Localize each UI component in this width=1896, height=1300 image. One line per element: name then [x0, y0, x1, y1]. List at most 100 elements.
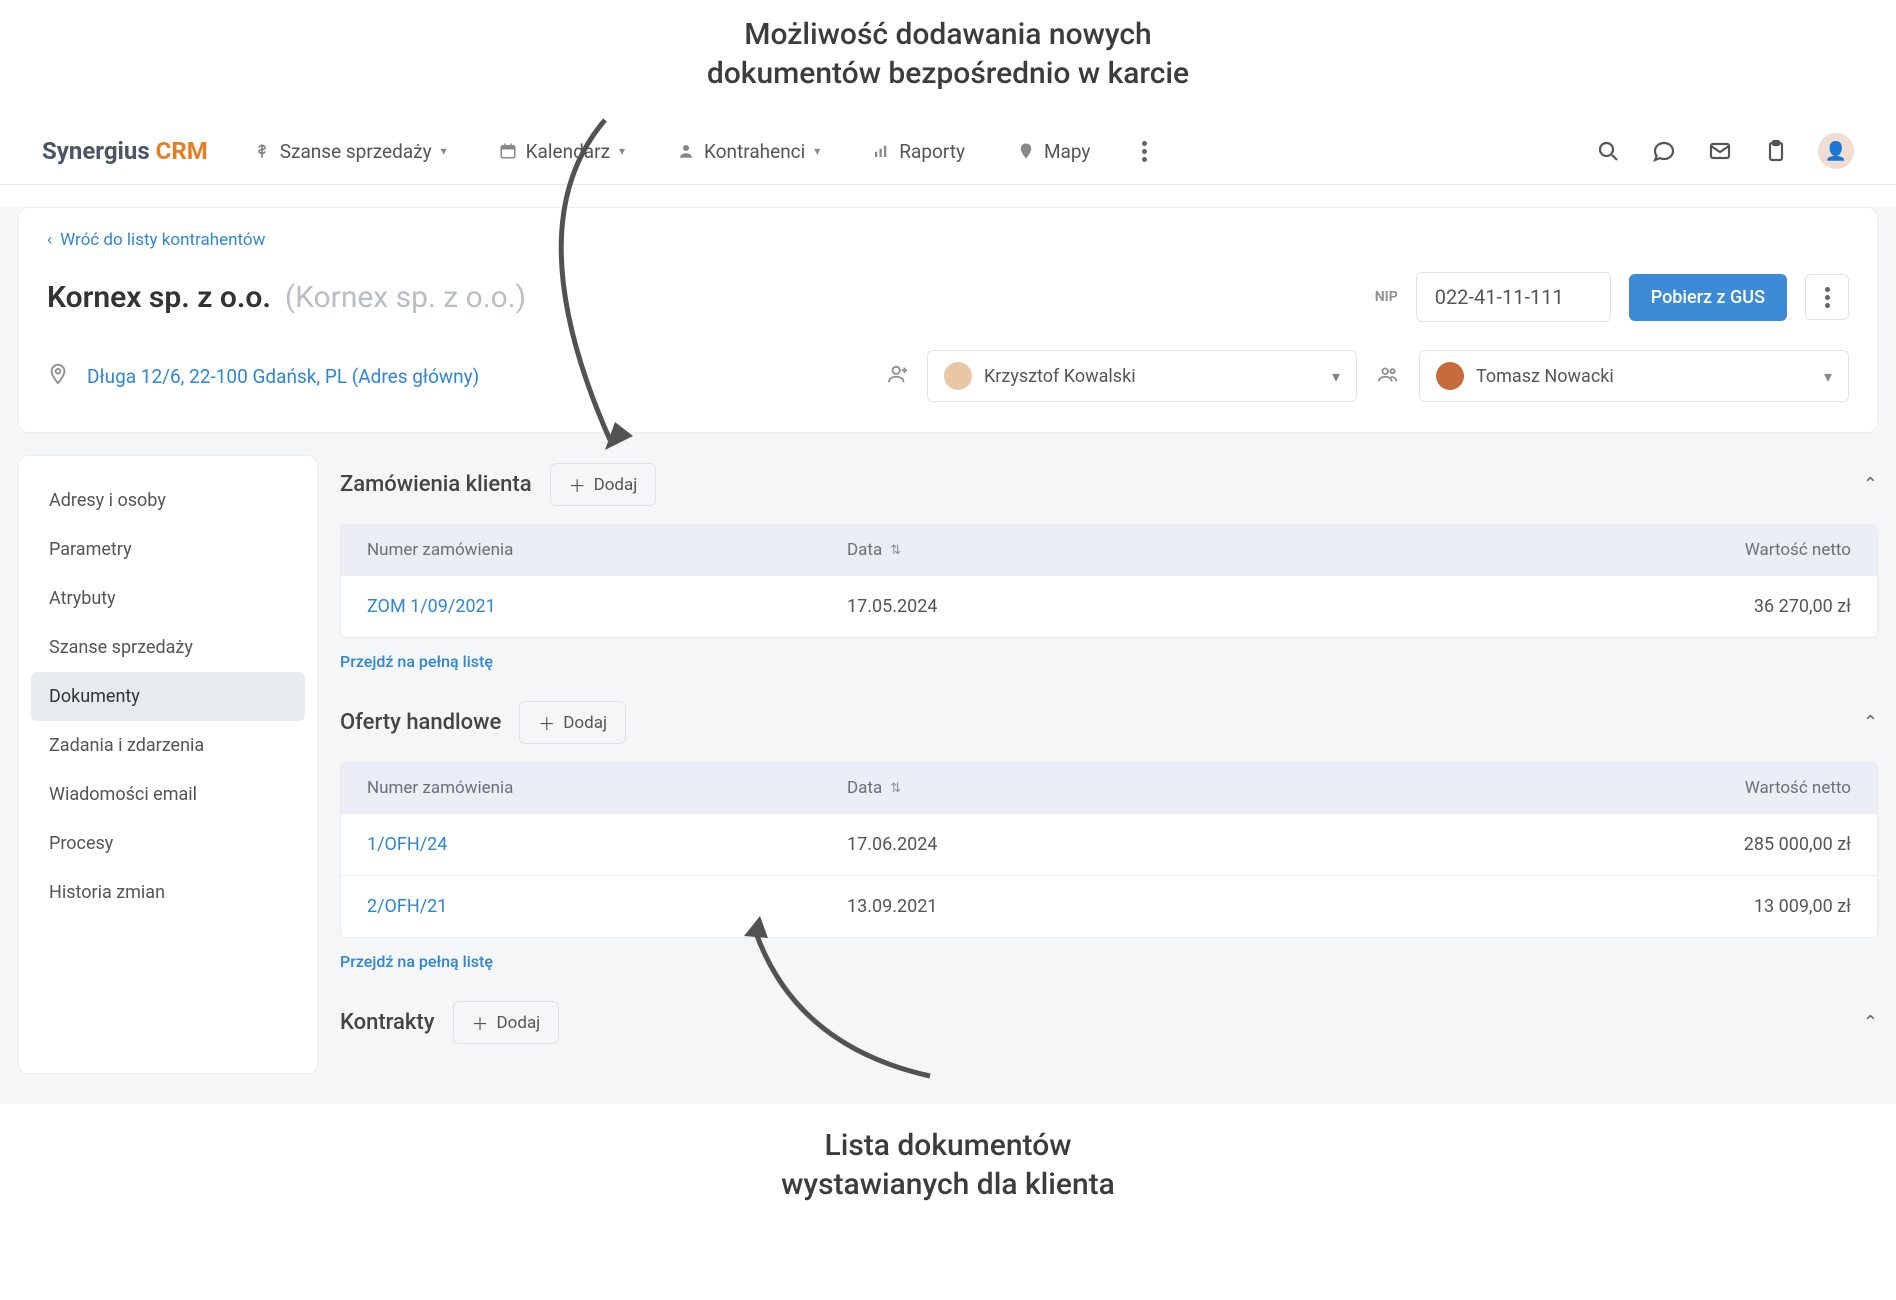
search-icon[interactable]	[1594, 137, 1622, 165]
offers-full-list-link[interactable]: Przejdź na pełną listę	[340, 952, 493, 971]
offer-date: 13.09.2021	[847, 896, 1147, 917]
orders-full-list-link[interactable]: Przejdź na pełną listę	[340, 652, 493, 671]
content-row: Adresy i osoby Parametry Atrybuty Szanse…	[0, 455, 1896, 1074]
col-net[interactable]: Wartość netto	[1147, 778, 1851, 798]
person-icon	[677, 142, 695, 160]
orders-table-head: Numer zamówienia Data⇅ Wartość netto	[341, 525, 1877, 575]
nip-block: NIP Pobierz z GUS	[1375, 272, 1849, 322]
page-subtitle: (Kornex sp. z o.o.)	[285, 280, 526, 315]
more-actions-button[interactable]	[1805, 274, 1849, 320]
order-net: 36 270,00 zł	[1147, 596, 1851, 617]
sidebar-item-processes[interactable]: Procesy	[31, 819, 305, 868]
add-label: Dodaj	[497, 1013, 541, 1033]
owner-select[interactable]: Krzysztof Kowalski ▾	[927, 350, 1357, 402]
avatar-icon	[944, 362, 972, 390]
nav-calendar[interactable]: Kalendarz ▾	[499, 140, 625, 163]
nav-calendar-label: Kalendarz	[526, 140, 610, 163]
col-date[interactable]: Data⇅	[847, 778, 1147, 798]
contracts-title: Kontrakty	[340, 1010, 435, 1035]
table-row[interactable]: 1/OFH/24 17.06.2024 285 000,00 zł	[341, 813, 1877, 875]
nav-contractors[interactable]: Kontrahenci ▾	[677, 140, 820, 163]
table-row[interactable]: 2/OFH/21 13.09.2021 13 009,00 zł	[341, 875, 1877, 937]
main-nav: Szanse sprzedaży ▾ Kalendarz ▾ Kontrahen…	[253, 140, 1148, 163]
table-row[interactable]: ZOM 1/09/2021 17.05.2024 36 270,00 zł	[341, 575, 1877, 637]
contact-select[interactable]: Tomasz Nowacki ▾	[1419, 350, 1849, 402]
mail-icon[interactable]	[1706, 137, 1734, 165]
offers-section: Oferty handlowe ＋ Dodaj ⌃ Numer zamówien…	[340, 701, 1878, 971]
sidebar-item-parameters[interactable]: Parametry	[31, 525, 305, 574]
add-label: Dodaj	[594, 475, 638, 495]
chevron-down-icon: ▾	[619, 144, 625, 158]
orders-add-button[interactable]: ＋ Dodaj	[550, 463, 657, 506]
offer-net: 285 000,00 zł	[1147, 834, 1851, 855]
logo-text-b: CRM	[156, 137, 208, 165]
collapse-icon[interactable]: ⌃	[1863, 1012, 1878, 1033]
nav-reports[interactable]: Raporty	[872, 140, 965, 163]
orders-section: Zamówienia klienta ＋ Dodaj ⌃ Numer zamów…	[340, 463, 1878, 671]
col-number[interactable]: Numer zamówienia	[367, 778, 847, 798]
chat-icon[interactable]	[1650, 137, 1678, 165]
order-number-link[interactable]: ZOM 1/09/2021	[367, 596, 847, 617]
add-label: Dodaj	[563, 713, 607, 733]
contracts-add-button[interactable]: ＋ Dodaj	[453, 1001, 560, 1044]
orders-table: Numer zamówienia Data⇅ Wartość netto ZOM…	[340, 524, 1878, 638]
page-body: ‹ Wróć do listy kontrahentów Kornex sp. …	[0, 207, 1896, 1104]
dots-vertical-icon	[1142, 141, 1147, 162]
offers-table-head: Numer zamówienia Data⇅ Wartość netto	[341, 763, 1877, 813]
orders-title: Zamówienia klienta	[340, 472, 532, 497]
plus-icon: ＋	[472, 1010, 489, 1035]
nav-maps[interactable]: Mapy	[1017, 140, 1090, 163]
gus-fetch-button[interactable]: Pobierz z GUS	[1629, 274, 1787, 321]
avatar-icon	[1436, 362, 1464, 390]
nav-more[interactable]	[1142, 141, 1147, 162]
nav-sales[interactable]: Szanse sprzedaży ▾	[253, 140, 447, 163]
title-row: Kornex sp. z o.o. (Kornex sp. z o.o.) NI…	[47, 272, 1849, 322]
chevron-down-icon: ▾	[814, 144, 820, 158]
nav-maps-label: Mapy	[1044, 140, 1090, 163]
back-link[interactable]: ‹ Wróć do listy kontrahentów	[47, 230, 1849, 250]
chevron-left-icon: ‹	[47, 230, 52, 250]
info-row: Długa 12/6, 22-100 Gdańsk, PL (Adres głó…	[47, 350, 1849, 402]
sidebar-item-attributes[interactable]: Atrybuty	[31, 574, 305, 623]
sort-icon: ⇅	[890, 781, 901, 796]
chevron-down-icon: ▾	[1824, 367, 1832, 386]
annotation-top: Możliwość dodawania nowych dokumentów be…	[0, 15, 1896, 93]
user-avatar[interactable]: 👤	[1818, 133, 1854, 169]
logo-text-a: Synergius	[42, 137, 156, 165]
nip-input[interactable]	[1416, 272, 1611, 322]
nav-contractors-label: Kontrahenci	[704, 140, 805, 163]
clipboard-icon[interactable]	[1762, 137, 1790, 165]
offer-number-link[interactable]: 2/OFH/21	[367, 896, 847, 917]
sort-icon: ⇅	[890, 543, 901, 558]
nip-label: NIP	[1375, 289, 1398, 305]
offers-table: Numer zamówienia Data⇅ Wartość netto 1/O…	[340, 762, 1878, 938]
address-link[interactable]: Długa 12/6, 22-100 Gdańsk, PL (Adres głó…	[87, 365, 479, 388]
sidebar-item-emails[interactable]: Wiadomości email	[31, 770, 305, 819]
order-date: 17.05.2024	[847, 596, 1147, 617]
sidebar-item-documents[interactable]: Dokumenty	[31, 672, 305, 721]
sidebar-item-tasks[interactable]: Zadania i zdarzenia	[31, 721, 305, 770]
sidebar-item-addresses[interactable]: Adresy i osoby	[31, 476, 305, 525]
divider	[0, 184, 1896, 185]
page-title: Kornex sp. z o.o.	[47, 280, 271, 315]
offer-number-link[interactable]: 1/OFH/24	[367, 834, 847, 855]
col-date[interactable]: Data⇅	[847, 540, 1147, 560]
chevron-down-icon: ▾	[1332, 367, 1340, 386]
collapse-icon[interactable]: ⌃	[1863, 474, 1878, 495]
collapse-icon[interactable]: ⌃	[1863, 712, 1878, 733]
sidebar-item-sales[interactable]: Szanse sprzedaży	[31, 623, 305, 672]
annotation-bottom: Lista dokumentów wystawianych dla klient…	[0, 1126, 1896, 1204]
sidebar-item-history[interactable]: Historia zmian	[31, 868, 305, 917]
owner-icon	[887, 363, 909, 389]
offers-add-button[interactable]: ＋ Dodaj	[519, 701, 626, 744]
sidebar: Adresy i osoby Parametry Atrybuty Szanse…	[18, 455, 318, 1074]
logo: Synergius CRM	[42, 137, 208, 165]
dots-vertical-icon	[1825, 287, 1830, 308]
col-number[interactable]: Numer zamówienia	[367, 540, 847, 560]
plus-icon: ＋	[538, 710, 555, 735]
bars-icon	[872, 142, 890, 160]
col-net[interactable]: Wartość netto	[1147, 540, 1851, 560]
chevron-down-icon: ▾	[441, 144, 447, 158]
contractor-header-card: ‹ Wróć do listy kontrahentów Kornex sp. …	[18, 207, 1878, 433]
topbar-right: 👤	[1594, 133, 1854, 169]
